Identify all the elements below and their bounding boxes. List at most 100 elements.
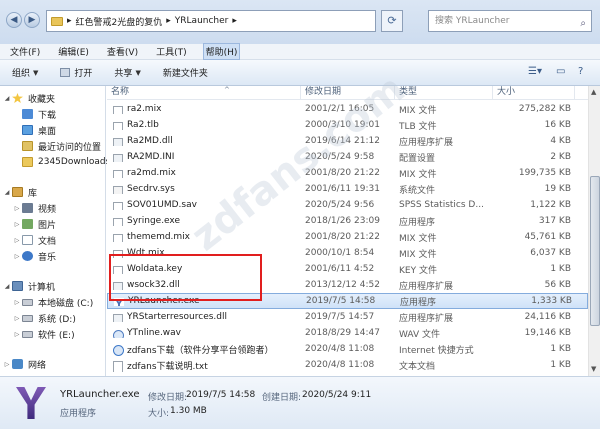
nav-label: 下载 (38, 110, 57, 121)
file-row[interactable]: Syringe.exe 2018/1/26 23:09 应用程序 317 KB (107, 213, 588, 229)
file-date-text: 2000/3/10 19:01 (305, 120, 380, 130)
column-size[interactable]: 大小 (493, 86, 575, 100)
file-row[interactable]: Ra2MD.dll 2019/6/14 21:12 应用程序扩展 4 KB (107, 133, 588, 149)
menu-help[interactable]: 帮助(H) (202, 43, 241, 60)
details-size-label: 大小: (148, 409, 170, 419)
column-type[interactable]: 类型 (395, 86, 493, 100)
collapse-icon[interactable]: ◢ (2, 95, 12, 102)
nav-desktop[interactable]: 桌面 (22, 122, 56, 138)
expand-icon[interactable]: ▷ (2, 361, 12, 368)
file-name-text: YTnline.wav (127, 328, 182, 338)
file-row[interactable]: YTnline.wav 2018/8/29 14:47 WAV 文件 19,146 K… (107, 325, 588, 341)
file-row[interactable]: ra2md.mix 2001/8/20 21:22 MIX 文件 199,735 KB (107, 165, 588, 181)
scroll-up-icon[interactable]: ▲ (591, 88, 596, 96)
expand-icon[interactable]: ▷ (12, 253, 22, 260)
column-date[interactable]: 修改日期 (301, 86, 395, 100)
file-file-icon (113, 234, 123, 242)
vertical-scrollbar[interactable]: ▲ ▼ (588, 86, 600, 376)
file-date-text: 2019/6/14 21:12 (305, 136, 380, 146)
file-row[interactable]: YRStarterresources.dll 2019/7/5 14:57 应用程序… (107, 309, 588, 325)
file-type: TLB 文件 (395, 119, 493, 132)
expand-icon[interactable]: ▷ (12, 331, 22, 338)
view-options-icon[interactable]: ☰▾ (528, 66, 542, 77)
nav-documents[interactable]: ▷ 文档 (12, 232, 56, 248)
nav-music[interactable]: ▷ 音乐 (12, 248, 56, 264)
nav-label: 库 (28, 188, 38, 199)
chevron-down-icon: ▼ (33, 68, 39, 77)
file-date: 2019/7/5 14:57 (301, 312, 395, 322)
refresh-button[interactable]: ⟳ (381, 10, 403, 32)
menu-edit[interactable]: 编辑(E) (56, 44, 91, 59)
nav-pictures[interactable]: ▷ 图片 (12, 216, 56, 232)
open-button[interactable]: 打开 (60, 66, 92, 79)
share-button[interactable]: 共享 ▼ (114, 66, 140, 80)
file-row[interactable]: RA2MD.INI 2020/5/24 9:58 配置设置 2 KB (107, 149, 588, 165)
scroll-down-icon[interactable]: ▼ (591, 365, 596, 373)
nav-computer[interactable]: ◢ 计算机 (2, 278, 55, 294)
expand-icon[interactable]: ▷ (12, 221, 22, 228)
nav-libraries[interactable]: ◢ 库 (2, 184, 37, 200)
file-date-text: 2018/1/26 23:09 (305, 216, 380, 226)
file-date: 2001/8/20 21:22 (301, 232, 395, 242)
nav-videos[interactable]: ▷ 视频 (12, 200, 56, 216)
expand-icon[interactable]: ▷ (12, 299, 22, 306)
nav-downloads[interactable]: 下载 (22, 106, 56, 122)
nav-favorites[interactable]: ◢ 收藏夹 (2, 90, 55, 106)
preview-pane-icon[interactable]: ▭ (556, 66, 565, 77)
menu-view[interactable]: 查看(V) (105, 44, 140, 59)
expand-icon[interactable]: ▷ (12, 237, 22, 244)
file-date-text: 2013/12/12 4:52 (305, 280, 380, 290)
new-folder-button[interactable]: 新建文件夹 (163, 66, 208, 79)
file-date: 2020/4/8 11:08 (301, 360, 395, 370)
nav-recent[interactable]: 最近访问的位置 (22, 138, 101, 154)
file-date: 2001/2/1 16:05 (301, 104, 395, 114)
file-date: 2000/10/1 8:54 (301, 248, 395, 258)
menu-file[interactable]: 文件(F) (8, 44, 42, 59)
collapse-icon[interactable]: ◢ (2, 189, 12, 196)
nav-drive-e[interactable]: ▷ 软件 (E:) (12, 326, 75, 342)
window-icon (60, 68, 71, 77)
search-input[interactable]: 搜索 YRLauncher ⌕ (428, 10, 592, 32)
breadcrumb-item[interactable]: 红色警戒2光盘的复仇 (76, 15, 163, 28)
file-row[interactable]: ra2.mix 2001/2/1 16:05 MIX 文件 275,282 KB (107, 101, 588, 117)
file-size: 1 KB (493, 360, 575, 370)
nav-drive-d[interactable]: ▷ 系统 (D:) (12, 310, 76, 326)
file-row[interactable]: thememd.mix 2001/8/20 21:22 MIX 文件 45,761 K… (107, 229, 588, 245)
file-name: ra2md.mix (107, 168, 301, 178)
back-button[interactable]: ◀ (6, 12, 22, 28)
address-bar[interactable]: ▸ 红色警戒2光盘的复仇 ▸ YRLauncher ▸ (46, 10, 376, 32)
file-type: 配置设置 (395, 151, 493, 164)
file-date: 2020/5/24 9:58 (301, 152, 395, 162)
menu-tools[interactable]: 工具(T) (154, 44, 189, 59)
column-header: 名称 ^ 修改日期 类型 大小 (107, 86, 588, 100)
column-name[interactable]: 名称 ^ (107, 86, 301, 100)
file-date-text: 2000/10/1 8:54 (305, 248, 375, 258)
file-row[interactable]: Ra2.tlb 2000/3/10 19:01 TLB 文件 16 KB (107, 117, 588, 133)
expand-icon[interactable]: ▷ (12, 205, 22, 212)
file-date: 2000/3/10 19:01 (301, 120, 395, 130)
navigation-pane: ◢ 收藏夹 下载 桌面 最近访问的位置 2345Downloads ◢ 库 ▷ 视频 … (0, 86, 110, 376)
file-name: Syringe.exe (107, 216, 301, 226)
file-type: Internet 快捷方式 (395, 343, 493, 356)
forward-button[interactable]: ▶ (24, 12, 40, 28)
nav-2345downloads[interactable]: 2345Downloads (22, 154, 110, 170)
help-icon[interactable]: ? (578, 66, 583, 77)
expand-icon[interactable]: ▷ (12, 315, 22, 322)
collapse-icon[interactable]: ◢ (2, 283, 12, 290)
new-folder-label: 新建文件夹 (162, 69, 208, 79)
nav-drive-c[interactable]: ▷ 本地磁盘 (C:) (12, 294, 93, 310)
file-row[interactable]: zdfans下载（软件分享平台领跑者） 2020/4/8 11:08 Interne… (107, 341, 588, 357)
file-size-text: 4 KB (550, 136, 571, 146)
organize-button[interactable]: 组织 ▼ (12, 66, 39, 80)
scrollbar-thumb[interactable] (590, 176, 600, 326)
file-row[interactable]: SOV01UMD.sav 2020/5/24 9:56 SPSS Statistic… (107, 197, 588, 213)
file-date-text: 2020/4/8 11:08 (305, 344, 375, 354)
nav-network[interactable]: ▷ 网络 (2, 356, 46, 372)
file-name-text: zdfans下载（软件分享平台领跑者） (127, 345, 274, 356)
breadcrumb-item[interactable]: YRLauncher (175, 16, 229, 26)
file-size-text: 19,146 KB (524, 328, 571, 338)
file-row[interactable]: zdfans下载说明.txt 2020/4/8 11:08 文本文档 1 KB (107, 357, 588, 373)
file-row[interactable]: Secdrv.sys 2001/6/11 19:31 系统文件 19 KB (107, 181, 588, 197)
file-size-text: 317 KB (538, 216, 571, 226)
nav-label: 软件 (E:) (38, 330, 75, 341)
